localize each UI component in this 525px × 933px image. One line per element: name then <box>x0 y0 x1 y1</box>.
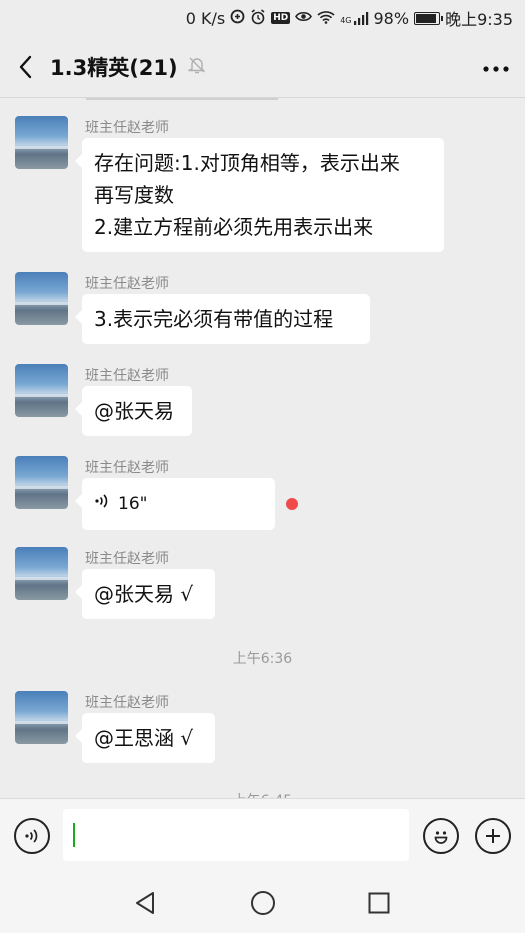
text-caret <box>73 823 75 847</box>
system-nav-bar <box>0 872 525 933</box>
sender-name: 班主任赵老师 <box>85 276 169 292</box>
unread-dot <box>286 498 298 510</box>
emoji-button[interactable] <box>423 818 459 854</box>
sender-name: 班主任赵老师 <box>85 695 169 711</box>
previous-message-edge <box>86 98 278 100</box>
message-text: 存在问题:1.对顶角相等，表示出来 <box>94 151 400 175</box>
chat-title: 1.3精英(21) <box>50 55 178 80</box>
clock: 晚上9:35 <box>445 10 513 29</box>
nav-recents-icon <box>368 892 390 914</box>
sender-name: 班主任赵老师 <box>85 551 169 567</box>
more-button[interactable] <box>483 54 509 74</box>
message-text: @王思涵 √ <box>94 726 194 750</box>
voice-duration: 16" <box>118 494 148 514</box>
plus-button[interactable] <box>475 818 511 854</box>
sender-name: 班主任赵老师 <box>85 120 169 136</box>
input-bar <box>0 798 525 872</box>
more-icon <box>483 50 509 78</box>
timestamp: 上午6:45 <box>0 790 525 798</box>
message-text: @张天易 √ <box>94 582 194 606</box>
nav-home-icon <box>251 891 275 915</box>
status-bar: 0 K/s HD 4G 98% 晚上9:35 <box>0 0 525 36</box>
avatar[interactable] <box>15 456 68 509</box>
sender-name: 班主任赵老师 <box>85 368 169 384</box>
voice-playback-icon <box>94 488 110 520</box>
message-bubble[interactable]: @张天易 <box>75 386 192 436</box>
chat-header: 1.3精英(21) <box>0 36 525 98</box>
message-text: 再写度数 <box>94 183 174 207</box>
message-text: 3.表示完必须有带值的过程 <box>94 307 334 331</box>
avatar[interactable] <box>15 364 68 417</box>
signal-icon: 4G <box>340 11 368 25</box>
mute-bell-icon <box>187 56 206 78</box>
network-speed: 0 K/s <box>185 8 226 28</box>
nav-back-button[interactable] <box>130 888 160 918</box>
emoji-icon <box>434 831 448 844</box>
avatar[interactable] <box>15 691 68 744</box>
plus-icon <box>486 829 500 843</box>
voice-input-button[interactable] <box>14 818 50 854</box>
message-bubble[interactable]: 存在问题:1.对顶角相等，表示出来 再写度数 2.建立方程前必须先用表示出来 <box>75 138 444 252</box>
wifi-icon <box>317 10 335 27</box>
avatar[interactable] <box>15 547 68 600</box>
nav-home-button[interactable] <box>248 888 278 918</box>
message-list[interactable]: 班主任赵老师 存在问题:1.对顶角相等，表示出来 再写度数 2.建立方程前必须先… <box>0 98 525 798</box>
back-icon <box>19 55 32 78</box>
alarm-icon <box>250 8 266 28</box>
message-text: 2.建立方程前必须先用表示出来 <box>94 215 374 239</box>
voice-input-icon <box>25 829 38 843</box>
message-text: @张天易 <box>94 399 174 423</box>
avatar[interactable] <box>15 272 68 325</box>
battery-percent: 98% <box>373 8 410 28</box>
eye-icon <box>295 10 313 26</box>
nav-recents-button[interactable] <box>364 888 394 918</box>
hd-icon: HD <box>271 12 291 24</box>
avatar[interactable] <box>15 116 68 169</box>
timestamp: 上午6:36 <box>232 651 293 667</box>
battery-icon <box>414 11 444 25</box>
sender-name: 班主任赵老师 <box>85 460 169 476</box>
voice-message-bubble[interactable]: 16" <box>75 478 275 530</box>
data-saver-icon <box>230 9 245 27</box>
message-bubble[interactable]: 3.表示完必须有带值的过程 <box>75 294 370 344</box>
message-bubble[interactable]: @王思涵 √ <box>75 713 215 763</box>
message-input[interactable] <box>63 809 409 861</box>
nav-back-icon <box>136 892 154 914</box>
back-button[interactable] <box>0 36 50 98</box>
message-bubble[interactable]: @张天易 √ <box>75 569 215 619</box>
